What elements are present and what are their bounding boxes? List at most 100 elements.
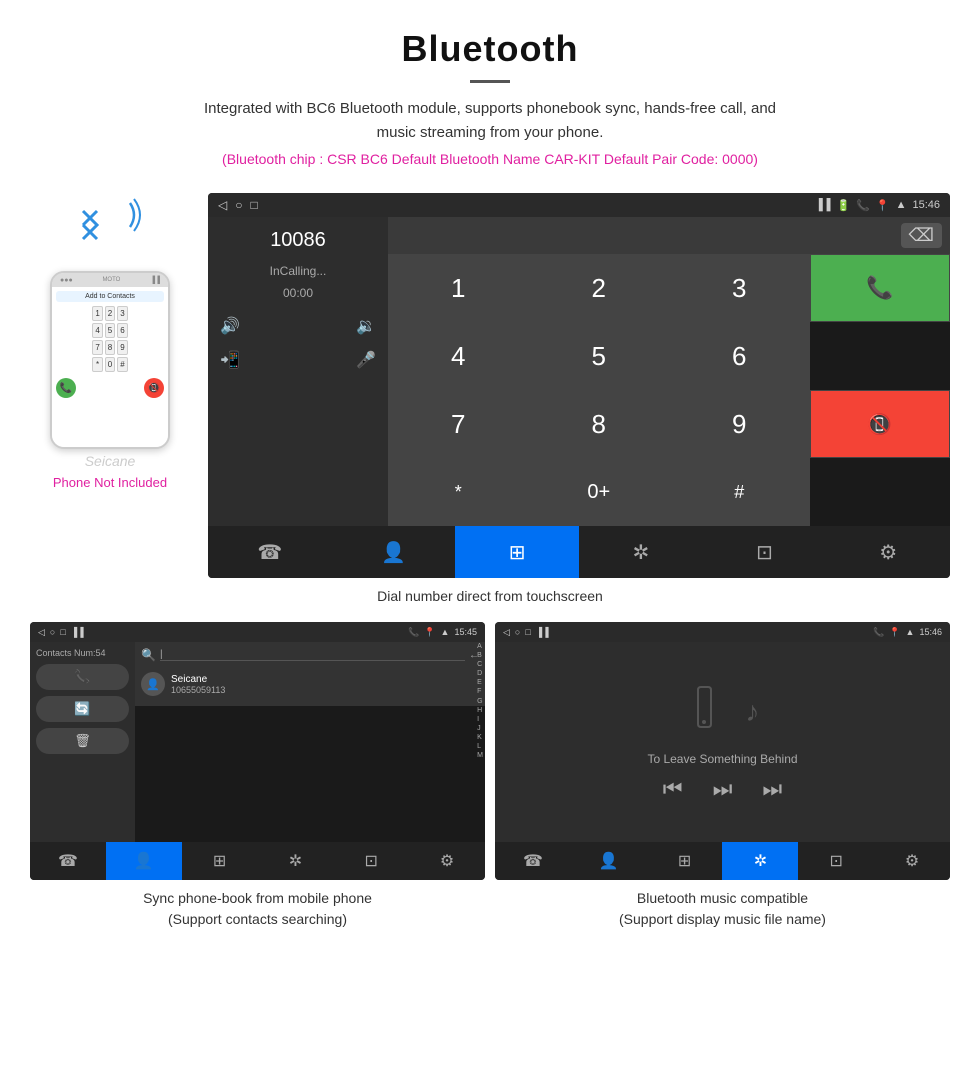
numpad-key-2[interactable]: 2 [529,254,670,322]
music-nav-bluetooth[interactable]: ✲ [722,842,798,880]
back-icon[interactable]: ◁ [218,198,227,212]
nav-settings[interactable]: ⚙ [826,526,950,578]
main-content-area: ●●● MOTO ▐▐ Add to Contacts 1 2 3 4 5 6 … [0,193,980,578]
contacts-nav-transfer[interactable]: ⊡ [333,842,409,880]
contacts-signal-icon: ▐▐ [71,627,84,637]
transfer-icon[interactable]: 📲 [220,350,240,370]
mic-icon[interactable]: 🎤 [356,350,376,370]
bluetooth-icon [75,203,105,251]
music-caption-line1: Bluetooth music compatible [637,890,808,906]
page-header: Bluetooth Integrated with BC6 Bluetooth … [0,0,980,193]
contacts-screenshot-block: ◁ ○ □ ▐▐ 📞 📍 ▲ 15:45 Contacts Num:54 📞 🔄 [30,622,485,930]
phone-key-hash[interactable]: # [117,357,127,372]
contacts-phone-icon: 📞 [408,627,419,638]
alpha-list: A B C D E F G H I J K L M [477,642,483,760]
numpad-key-9[interactable]: 9 [669,390,810,458]
music-signal-icon: ▐▐ [536,627,549,637]
music-home-icon: ○ [515,627,520,637]
clock: 15:46 [912,199,940,211]
music-play-button[interactable]: ⏭ [713,776,733,802]
contacts-status-left: ◁ ○ □ ▐▐ [38,627,84,638]
phone-key-6[interactable]: 6 [117,323,127,338]
contact-name: Seicane [171,674,225,685]
numpad-key-8[interactable]: 8 [529,390,670,458]
page-title: Bluetooth [20,28,960,70]
phone-key-2[interactable]: 2 [105,306,115,321]
numpad-key-star[interactable]: * [388,458,529,526]
contact-info: Seicane 10655059113 [171,674,225,695]
contacts-car-unit: ◁ ○ □ ▐▐ 📞 📍 ▲ 15:45 Contacts Num:54 📞 🔄 [30,622,485,880]
contacts-nav-settings[interactable]: ⚙ [409,842,485,880]
nav-contacts[interactable]: 👤 [332,526,456,578]
phone-key-star[interactable]: * [92,357,102,372]
dialer-controls: 🔊 🔉 [220,316,376,336]
phone-side: ●●● MOTO ▐▐ Add to Contacts 1 2 3 4 5 6 … [30,193,190,490]
music-status-bar: ◁ ○ □ ▐▐ 📞 📍 ▲ 15:46 [495,622,950,642]
phone-key-9[interactable]: 9 [117,340,127,355]
alpha-d: D [477,669,483,678]
music-controls: ⏮ ⏭ ⏭ [663,776,782,802]
alpha-j: J [477,724,483,733]
numpad-key-6[interactable]: 6 [669,322,810,390]
numpad-key-1[interactable]: 1 [388,254,529,322]
home-icon[interactable]: ○ [235,198,242,212]
contacts-nav-contacts[interactable]: 👤 [106,842,182,880]
alpha-c: C [477,660,483,669]
contacts-nav-bluetooth[interactable]: ✲ [257,842,333,880]
phone-key-0[interactable]: 0 [105,357,115,372]
numpad-key-7[interactable]: 7 [388,390,529,458]
numpad-key-0plus[interactable]: 0+ [529,458,670,526]
music-car-unit: ◁ ○ □ ▐▐ 📞 📍 ▲ 15:46 [495,622,950,880]
numpad-key-4[interactable]: 4 [388,322,529,390]
signal-icon: ▐▐ [815,199,831,211]
contacts-delete-btn[interactable]: 🗑 [36,728,129,754]
contact-item[interactable]: 👤 Seicane 10655059113 [141,668,479,700]
music-nav-settings[interactable]: ⚙ [874,842,950,880]
contacts-nav-phone[interactable]: ☎ [30,842,106,880]
dialer-ctrl-row2: 📲 🎤 [220,350,376,370]
music-nav-contacts[interactable]: 👤 [571,842,647,880]
numpad-end-button[interactable]: 📵 [810,390,951,458]
contacts-sync-btn[interactable]: 🔄 [36,696,129,722]
contacts-call-btn[interactable]: 📞 [36,664,129,690]
contacts-caption: Sync phone-book from mobile phone (Suppo… [143,888,372,930]
phone-screen: Add to Contacts 1 2 3 4 5 6 7 8 9 * 0 [52,287,168,447]
music-wifi-icon: ▲ [906,627,915,637]
contacts-search-cursor[interactable]: | [160,649,465,661]
numpad-call-button[interactable]: 📞 [810,254,951,322]
music-nav-dialpad[interactable]: ⊞ [647,842,723,880]
numpad-key-3[interactable]: 3 [669,254,810,322]
volume-down-icon[interactable]: 🔉 [356,316,376,336]
contacts-nav-dialpad[interactable]: ⊞ [182,842,258,880]
phone-key-5[interactable]: 5 [105,323,115,338]
music-nav-phone[interactable]: ☎ [495,842,571,880]
music-nav-transfer[interactable]: ⊡ [798,842,874,880]
dialer-right-panel: ⌫ 1 2 3 📞 4 5 6 7 8 9 📵 * 0+ [388,217,950,526]
backspace-button[interactable]: ⌫ [901,223,942,248]
music-clock: 15:46 [919,627,942,637]
phone-key-1[interactable]: 1 [92,306,102,321]
music-next-button[interactable]: ⏭ [762,776,782,802]
phone-call-button[interactable]: 📞 [56,378,76,398]
contacts-search-row: 🔍 | ← [141,648,479,662]
nav-bluetooth[interactable]: ✲ [579,526,703,578]
phone-top-bar: ●●● MOTO ▐▐ [52,273,168,287]
music-nav: ☎ 👤 ⊞ ✲ ⊡ ⚙ [495,842,950,880]
nav-dialpad[interactable]: ⊞ [455,526,579,578]
seicane-label: Seicane [85,453,136,469]
phone-key-7[interactable]: 7 [92,340,102,355]
nav-phone[interactable]: ☎ [208,526,332,578]
nav-transfer[interactable]: ⊡ [703,526,827,578]
contacts-search-icon[interactable]: 🔍 [141,648,156,662]
music-prev-button[interactable]: ⏮ [663,776,683,802]
numpad-key-5[interactable]: 5 [529,322,670,390]
phone-key-4[interactable]: 4 [92,323,102,338]
alpha-f: F [477,687,483,696]
phone-key-8[interactable]: 8 [105,340,115,355]
volume-up-icon[interactable]: 🔊 [220,316,240,336]
phone-end-button[interactable]: 📵 [144,378,164,398]
recents-icon[interactable]: □ [250,198,257,212]
contacts-back-icon: ◁ [38,627,45,638]
phone-key-3[interactable]: 3 [117,306,127,321]
numpad-key-hash[interactable]: # [669,458,810,526]
